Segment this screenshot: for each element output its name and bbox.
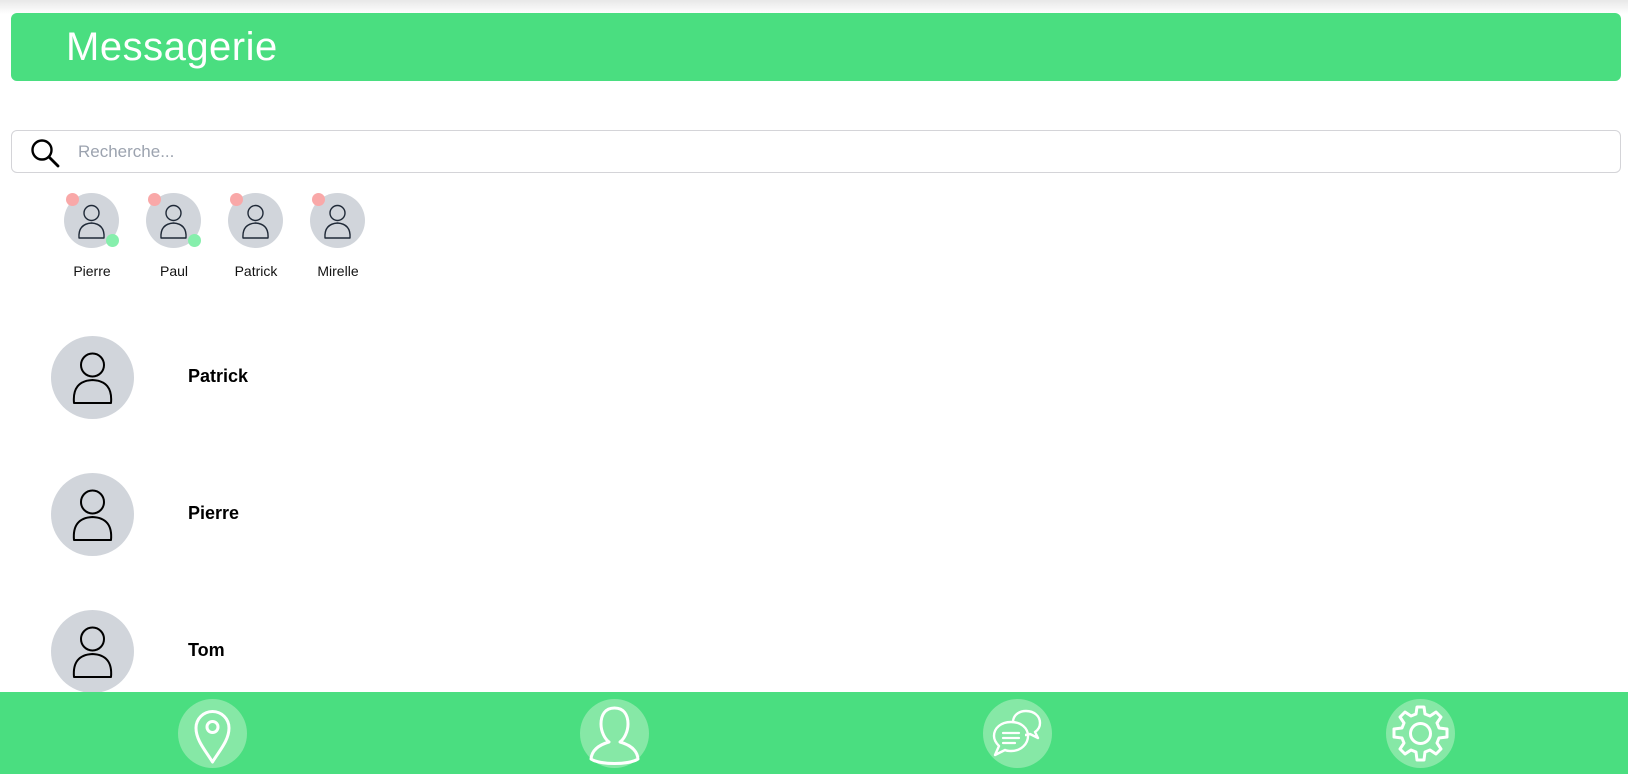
search-icon [31,139,60,168]
settings-nav-button[interactable] [1386,699,1455,768]
conversation-contact-name: Patrick [188,366,249,386]
conversation-contact-name: Tom [188,640,225,660]
conversation-contact-name: Pierre [188,503,240,523]
story-contact[interactable]: Pierre [62,192,144,284]
avatar [51,473,134,556]
online-indicator [106,234,119,247]
unread-indicator [230,193,243,206]
online-indicator [188,234,201,247]
page-title: Messagerie [66,25,278,69]
unread-indicator [148,193,161,206]
map-nav-button[interactable] [178,699,247,768]
user-icon [72,626,113,678]
bottom-navigation [0,692,1628,774]
search-bar[interactable] [11,130,1621,173]
story-contact-name: Patrick [234,263,278,279]
location-pin-icon [194,710,231,764]
story-contact-name: Pierre [73,263,111,279]
user-icon [72,489,113,541]
profile-nav-button[interactable] [580,699,649,768]
search-input[interactable] [78,137,1598,167]
user-icon [324,204,351,239]
messaging-screen: Messagerie Pierre Paul [0,0,1628,782]
conversation-item[interactable]: Pierre [51,473,951,557]
story-contact-name: Mirelle [317,263,359,279]
unread-indicator [312,193,325,206]
story-contact-name: Paul [159,263,189,279]
chat-bubbles-icon [992,709,1042,757]
story-contact[interactable]: Mirelle [308,192,390,284]
story-contact[interactable]: Patrick [226,192,308,284]
unread-indicator [66,193,79,206]
avatar [51,336,134,419]
user-icon [72,352,113,404]
avatar [51,610,134,693]
user-icon [78,204,105,239]
conversation-item[interactable]: Patrick [51,336,951,420]
user-icon [160,204,187,239]
app-header: Messagerie [11,13,1621,81]
messages-nav-button[interactable] [983,699,1052,768]
user-profile-icon [589,706,640,765]
active-contacts-row: Pierre Paul Patrick Mirelle [62,192,390,284]
top-shadow [0,0,1628,14]
settings-gear-icon [1392,705,1449,762]
story-contact[interactable]: Paul [144,192,226,284]
conversation-item[interactable]: Tom [51,610,951,694]
user-icon [242,204,269,239]
